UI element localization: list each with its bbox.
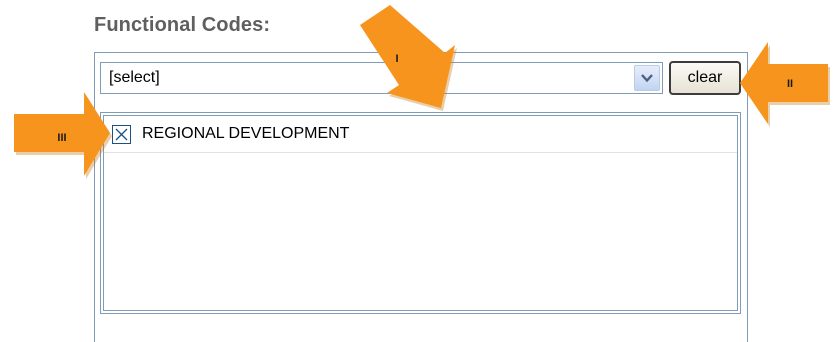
annotation-arrow-1: I (360, 5, 457, 111)
remove-item-checkbox[interactable] (112, 125, 131, 144)
annotation-label-3: III (57, 132, 66, 144)
annotation-arrow-3: III (14, 92, 112, 179)
page-title: Functional Codes: (94, 14, 271, 36)
list-inner: REGIONAL DEVELOPMENT (103, 115, 738, 311)
clear-button[interactable]: clear (669, 61, 741, 95)
annotation-label-1: I (395, 53, 398, 65)
chevron-down-icon (641, 74, 653, 83)
list-item-label: REGIONAL DEVELOPMENT (142, 125, 350, 142)
annotation-label-2: II (787, 78, 793, 90)
list-item: REGIONAL DEVELOPMENT (104, 116, 737, 153)
selected-codes-list: REGIONAL DEVELOPMENT (100, 112, 741, 314)
annotation-arrow-2: II (740, 42, 830, 127)
x-icon (115, 128, 128, 141)
select-value: [select] (109, 69, 160, 86)
dropdown-arrow-button[interactable] (634, 65, 660, 91)
